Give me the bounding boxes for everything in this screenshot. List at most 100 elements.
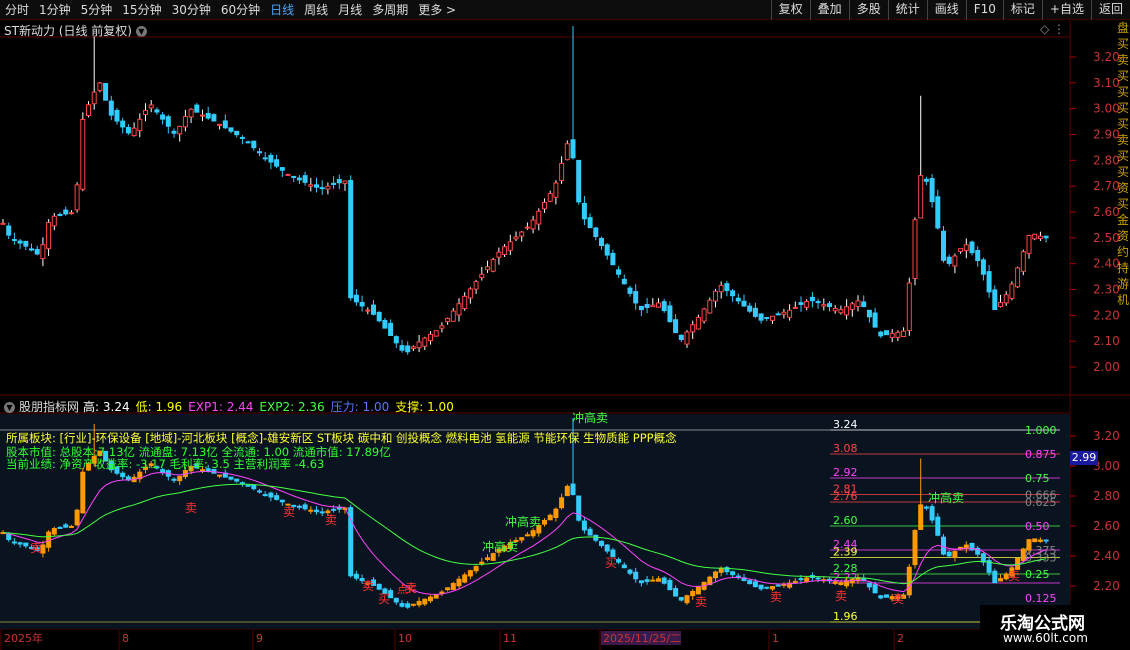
main-candle [695,316,701,330]
main-candle [251,140,257,149]
ind-candle [935,516,941,536]
main-candle [182,116,188,128]
main-candle [239,136,245,139]
main-candle [63,209,69,215]
main-candle [154,109,160,113]
main-candle [963,244,969,252]
side-label: 卖 [1117,133,1130,147]
main-candle [467,288,473,299]
main-candle [23,240,29,247]
main-candle [804,301,810,308]
main-candle [986,271,992,293]
main-candle [325,185,331,190]
y-tick-label: 2.50 [1093,231,1120,245]
ind-candle [473,565,479,572]
ind-candle [906,566,912,596]
ind-candle [678,597,684,601]
main-candle [872,312,878,328]
main-candle [713,290,718,302]
x-tick-label: 2025/11/25/二 [603,632,681,645]
ind-candle [770,586,775,590]
ind-candle [929,506,935,521]
main-candle [1037,235,1043,239]
sell-signal: 卖 [1008,569,1020,583]
chevron-down-icon[interactable]: ▼ [4,402,15,413]
ind-candle [775,584,781,587]
ind-candle [308,509,314,512]
main-candle [599,237,604,247]
side-annotations: 盘买卖买买买买卖买买资买金资约持游机 [1117,20,1130,400]
ind-candle [980,553,986,563]
ind-candle [838,582,844,585]
ind-candle [946,551,952,557]
indicator-param: 支撑: 1.00 [395,400,454,414]
fib-label: 0.25 [1025,568,1050,581]
main-candle [302,175,308,183]
main-candle [11,239,17,242]
y-tick-label: 2.40 [1093,549,1120,563]
main-candle [331,182,337,186]
main-candle [792,306,798,309]
side-label: 卖 [1117,53,1130,67]
main-candle [553,182,559,198]
main-candle [428,333,433,342]
main-candle [678,334,684,340]
main-candle [91,91,97,105]
main-candle [855,300,861,307]
ind-candle [456,578,462,587]
ind-candle [1026,539,1032,551]
main-candle [673,319,679,334]
main-candle [519,231,525,237]
main-candle [296,177,302,181]
main-candle [160,114,166,120]
main-candle [547,193,553,202]
ind-candle [599,540,604,546]
side-label: 买 [1117,149,1130,163]
main-candle [844,306,850,316]
ind-candle [992,570,998,584]
main-candle [849,303,855,310]
main-candle [633,291,639,304]
main-candle [262,157,268,160]
bottom-signal: 点K [397,583,416,596]
y-tick-label: 3.20 [1093,50,1120,64]
ind-candle [747,580,753,585]
main-candle [752,307,758,317]
ind-candle [792,580,798,583]
main-candle [809,296,815,302]
main-candle [593,227,599,237]
y-tick-label: 2.20 [1093,308,1120,322]
fib-label: 0.875 [1025,448,1057,461]
ind-candle [815,577,821,580]
level-label: 2.76 [833,490,858,503]
fib-label: 0.625 [1025,496,1057,509]
main-candle [684,331,690,345]
main-candle [627,287,633,294]
main-candle [228,127,234,132]
main-candle [17,240,23,244]
indicator-param: 高: 3.24 [83,400,130,414]
ind-candle [262,494,268,497]
main-candle [946,256,952,264]
main-candle [308,184,314,187]
main-candle [878,331,884,337]
side-label: 买 [1117,101,1130,115]
main-candle [382,319,388,329]
ind-candle [593,534,599,541]
ind-candle [399,603,405,607]
ind-candle [257,490,262,493]
y-tick-label: 2.20 [1093,579,1120,593]
x-tick-label: 9 [256,632,263,645]
main-candle [507,241,513,251]
indicator-name: 股朋指标网 [19,400,80,414]
chart-canvas[interactable]: 3.20 3.10 3.00 2.90 2.80 2.70 2.60 2.50 2.40 2.30… [0,0,1130,650]
sell-signal: 卖 [770,590,782,604]
main-candle [450,310,456,322]
main-candle [29,248,34,251]
main-candle [114,109,120,122]
main-candle [821,304,827,307]
ind-candle [314,509,319,513]
main-candle [923,178,929,182]
ind-candle [462,574,468,583]
main-candle [34,248,40,255]
